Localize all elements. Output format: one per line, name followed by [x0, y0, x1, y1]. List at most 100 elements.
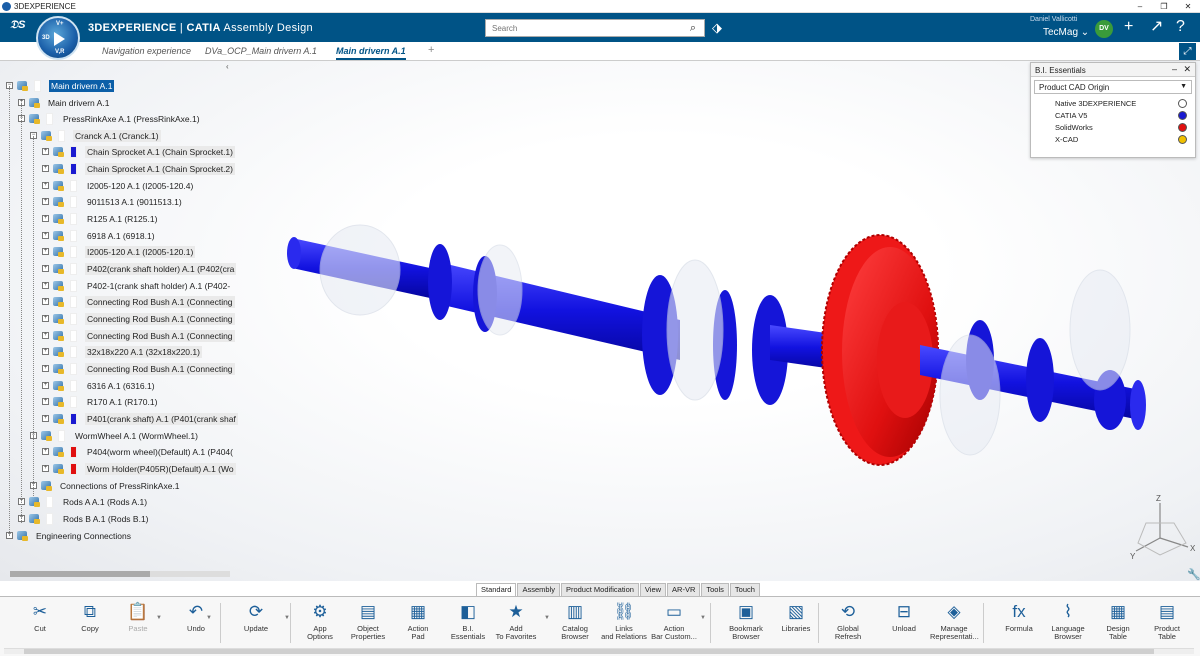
- tree-node[interactable]: +9011513 A.1 (9011513.1): [42, 194, 184, 209]
- bi-essentials-button[interactable]: ◧ B.I. Essentials: [444, 601, 492, 641]
- avatar[interactable]: DV: [1095, 20, 1113, 38]
- more-options-icon[interactable]: ▼: [544, 615, 550, 621]
- more-options-icon[interactable]: ▼: [284, 615, 290, 621]
- section-tab[interactable]: Standard: [476, 583, 517, 596]
- search-input[interactable]: [486, 20, 682, 36]
- tree-node[interactable]: − PressRinkAxe A.1 (PressRinkAxe.1): [18, 111, 202, 126]
- axis-triad[interactable]: Z X Y: [1128, 493, 1198, 573]
- action-pad-button[interactable]: ▦ Action Pad: [394, 601, 442, 641]
- expand-node-icon[interactable]: +: [42, 415, 49, 422]
- maximize-button[interactable]: ❐: [1152, 0, 1176, 13]
- product-table-button[interactable]: ▤ Product Table: [1143, 601, 1191, 641]
- action-bar-scrollbar[interactable]: [4, 648, 1194, 654]
- tree-node[interactable]: + R125 A.1 (R125.1): [42, 211, 159, 226]
- tree-node[interactable]: − Main drivern A.1: [6, 78, 115, 93]
- tree-node[interactable]: + R170 A.1 (R170.1): [42, 394, 159, 409]
- expand-node-icon[interactable]: +: [42, 265, 49, 272]
- tree-scrollbar-thumb[interactable]: [10, 571, 150, 577]
- tab-navigation-experience[interactable]: Navigation experience: [102, 46, 191, 56]
- undo-button[interactable]: ↶ Undo: [172, 601, 220, 633]
- tree-node[interactable]: − Cranck A.1 (Cranck.1): [30, 128, 161, 143]
- expand-node-icon[interactable]: +: [42, 365, 49, 372]
- action-bar-button[interactable]: ▭ Action Bar Custom...: [650, 601, 698, 641]
- tree-node[interactable]: + Rods B A.1 (Rods B.1): [18, 511, 151, 526]
- collapse-tree-icon[interactable]: ‹: [226, 62, 229, 71]
- section-tab[interactable]: Touch: [729, 583, 760, 596]
- favorites-button[interactable]: ★ Add To Favorites: [492, 601, 540, 641]
- tree-node[interactable]: + Rods A A.1 (Rods A.1): [18, 494, 149, 509]
- bi-legend-item[interactable]: X-CAD: [1031, 133, 1195, 145]
- tree-node[interactable]: + Worm Holder(P405R)(Default) A.1 (Wo: [42, 461, 236, 476]
- new-tab-icon[interactable]: +: [428, 44, 434, 56]
- expand-node-icon[interactable]: +: [42, 465, 49, 472]
- expand-node-icon[interactable]: +: [42, 148, 49, 155]
- tree-node[interactable]: + I2005-120 A.1 (I2005-120.4): [42, 178, 195, 193]
- expand-icon[interactable]: ⤢: [1179, 43, 1196, 60]
- manage-representations-button[interactable]: ◈ Manage Representati...: [930, 601, 979, 641]
- language-browser-button[interactable]: ⌇ Language Browser: [1044, 601, 1092, 641]
- tree-node[interactable]: − WormWheel A.1 (WormWheel.1): [30, 428, 200, 443]
- tab-dva-ocp-main[interactable]: DVa_OCP_Main drivern A.1: [205, 46, 317, 56]
- expand-node-icon[interactable]: +: [42, 215, 49, 222]
- expand-node-icon[interactable]: +: [42, 165, 49, 172]
- properties-button[interactable]: ▤ Object Properties: [344, 601, 392, 641]
- tree-scrollbar[interactable]: [10, 571, 230, 577]
- tree-node[interactable]: + P402(crank shaft holder) A.1 (P402(cra: [42, 261, 237, 276]
- expand-node-icon[interactable]: +: [42, 282, 49, 289]
- design-table-button[interactable]: ▦ Design Table: [1094, 601, 1142, 641]
- section-tab[interactable]: Assembly: [517, 583, 560, 596]
- tree-node[interactable]: + I2005-120 A.1 (I2005-120.1): [42, 244, 196, 259]
- expand-node-icon[interactable]: +: [42, 232, 49, 239]
- expand-node-icon[interactable]: +: [42, 198, 49, 205]
- expand-node-icon[interactable]: +: [42, 348, 49, 355]
- share-icon[interactable]: ↗: [1150, 19, 1163, 35]
- links-button[interactable]: ⛓ Links and Relations: [600, 601, 648, 641]
- paste-button[interactable]: 📋 Paste: [114, 601, 162, 633]
- copy-button[interactable]: ⧉ Copy: [66, 601, 114, 633]
- section-tab[interactable]: Product Modification: [560, 583, 639, 596]
- minimize-panel-icon[interactable]: –: [1172, 64, 1177, 74]
- tree-node[interactable]: + Engineering Connections: [6, 528, 133, 543]
- tab-main-drivern[interactable]: Main drivern A.1: [336, 46, 406, 60]
- tree-node[interactable]: + P402-1(crank shaft holder) A.1 (P402-: [42, 278, 232, 293]
- bi-criteria-dropdown[interactable]: Product CAD Origin ▼: [1034, 80, 1192, 94]
- assembly-3d-model[interactable]: [280, 210, 1160, 490]
- more-options-icon[interactable]: ▼: [156, 615, 162, 621]
- search-icon[interactable]: ⌕: [682, 22, 704, 35]
- section-tab[interactable]: Tools: [701, 583, 729, 596]
- action-bar-scrollbar-thumb[interactable]: [24, 649, 1154, 654]
- formula-button[interactable]: fx Formula: [995, 601, 1043, 633]
- bi-legend-item[interactable]: CATIA V5: [1031, 109, 1195, 121]
- expand-node-icon[interactable]: +: [42, 248, 49, 255]
- expand-node-icon[interactable]: +: [42, 332, 49, 339]
- more-options-icon[interactable]: ▼: [700, 615, 706, 621]
- expand-node-icon[interactable]: +: [42, 382, 49, 389]
- tree-node[interactable]: + Connections of PressRinkAxe.1: [30, 478, 182, 493]
- expand-node-icon[interactable]: +: [42, 182, 49, 189]
- tenant-selector[interactable]: TecMag ⌄: [1043, 27, 1089, 38]
- tag-icon[interactable]: ⬗: [712, 20, 722, 36]
- tree-node[interactable]: + Connecting Rod Bush A.1 (Connecting: [42, 328, 235, 343]
- close-panel-icon[interactable]: ✕: [1183, 64, 1191, 75]
- wrench-icon[interactable]: 🔧: [1187, 568, 1200, 581]
- expand-node-icon[interactable]: +: [42, 448, 49, 455]
- help-icon[interactable]: ?: [1176, 19, 1185, 35]
- tree-node[interactable]: +6316 A.1 (6316.1): [42, 378, 157, 393]
- app-options-button[interactable]: ⚙ App Options: [296, 601, 344, 641]
- tree-node[interactable]: + Chain Sprocket A.1 (Chain Sprocket.1): [42, 144, 235, 159]
- more-options-icon[interactable]: ▼: [206, 615, 212, 621]
- bi-legend-item[interactable]: Native 3DEXPERIENCE: [1031, 97, 1195, 109]
- bookmark-button[interactable]: ▣ Bookmark Browser: [722, 601, 770, 641]
- tree-node[interactable]: + Connecting Rod Bush A.1 (Connecting: [42, 294, 235, 309]
- expand-node-icon[interactable]: +: [42, 398, 49, 405]
- expand-node-icon[interactable]: +: [42, 315, 49, 322]
- tree-node[interactable]: + Connecting Rod Bush A.1 (Connecting: [42, 361, 235, 376]
- tree-node[interactable]: + P401(crank shaft) A.1 (P401(crank shaf: [42, 411, 238, 426]
- catalog-button[interactable]: ▥ Catalog Browser: [551, 601, 599, 641]
- expand-node-icon[interactable]: +: [42, 298, 49, 305]
- unload-button[interactable]: ⊟ Unload: [880, 601, 928, 633]
- tree-node[interactable]: + Chain Sprocket A.1 (Chain Sprocket.2): [42, 161, 235, 176]
- tree-node[interactable]: +6918 A.1 (6918.1): [42, 228, 157, 243]
- refresh-button[interactable]: ⟲ Global Refresh: [824, 601, 872, 641]
- minimize-button[interactable]: –: [1128, 0, 1152, 13]
